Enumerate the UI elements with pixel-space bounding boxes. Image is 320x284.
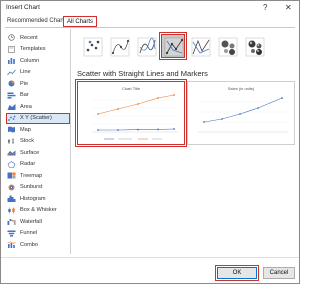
- tab-recommended-charts[interactable]: Recommended Charts: [7, 16, 67, 27]
- help-button[interactable]: ?: [263, 2, 267, 14]
- sidebar-item-label: Templates: [20, 46, 46, 53]
- sidebar-item-recent[interactable]: Recent: [7, 33, 69, 43]
- waterfall-chart-icon: [7, 218, 16, 226]
- line-chart-icon: [7, 69, 16, 76]
- sidebar-item-label: Stock: [20, 138, 34, 145]
- sidebar-item-sunburst[interactable]: Sunburst: [7, 183, 69, 193]
- sidebar-item-label: Line: [20, 69, 31, 76]
- sidebar-item-label: Area: [20, 103, 32, 110]
- 3d-bubble-icon: [245, 37, 265, 57]
- chart-preview-2[interactable]: Sales (in units): [187, 81, 295, 145]
- scatter-smooth-markers-icon: [110, 37, 130, 57]
- sidebar-item-templates[interactable]: Templates: [7, 45, 69, 55]
- sidebar-item-x-y-scatter[interactable]: X Y (Scatter): [6, 112, 70, 124]
- sidebar-item-funnel[interactable]: Funnel: [7, 229, 69, 239]
- sidebar-item-box-whisker[interactable]: Box & Whisker: [7, 206, 69, 216]
- sidebar-item-pie[interactable]: Pie: [7, 79, 69, 89]
- scatter-smooth-lines-icon: [137, 37, 157, 57]
- combo-chart-icon: [7, 241, 16, 249]
- sidebar-item-label: Box & Whisker: [20, 207, 57, 214]
- bubble-subtype[interactable]: [215, 34, 239, 58]
- area-chart-icon: [7, 103, 16, 111]
- insert-chart-dialog: Insert Chart ? ✕ Recommended Charts All …: [0, 0, 300, 284]
- chart-type-list: Recent Templates Column Line Pie Bar Area X Y (…: [5, 29, 71, 254]
- scatter-chart-icon: [7, 115, 16, 122]
- title-bar: Insert Chart ? ✕: [1, 1, 299, 15]
- sidebar-item-label: Pie: [20, 80, 29, 87]
- ok-button[interactable]: OK: [215, 265, 259, 281]
- surface-chart-icon: [7, 149, 16, 156]
- sunburst-chart-icon: [7, 184, 16, 191]
- sidebar-item-label: Surface: [20, 149, 40, 156]
- sidebar-item-label: Combo: [20, 241, 39, 248]
- sidebar-item-label: Sunburst: [20, 184, 43, 191]
- tab-divider: [5, 27, 295, 28]
- sidebar-item-label: Recent: [20, 34, 38, 41]
- dialog-title: Insert Chart: [6, 4, 40, 11]
- scatter-icon: [83, 37, 103, 57]
- sidebar-item-map[interactable]: Map: [7, 125, 69, 135]
- sidebar-item-waterfall[interactable]: Waterfall: [7, 217, 69, 227]
- preview-2-title: Sales (in units): [228, 86, 255, 91]
- sidebar-item-area[interactable]: Area: [7, 102, 69, 112]
- treemap-chart-icon: [7, 172, 16, 179]
- sidebar-item-stock[interactable]: Stock: [7, 137, 69, 147]
- preview-1-title: Chart Title: [122, 86, 141, 91]
- map-chart-icon: [7, 126, 16, 133]
- sidebar-item-label: Map: [20, 126, 31, 133]
- tab-all-charts[interactable]: All Charts: [63, 16, 98, 27]
- sidebar-item-treemap[interactable]: Treemap: [7, 171, 69, 181]
- cancel-button[interactable]: Cancel: [263, 267, 295, 279]
- sidebar-item-label: Bar: [20, 92, 29, 99]
- scatter-straight-lines-markers-icon: [164, 37, 184, 57]
- scatter-straight-lines-subtype[interactable]: [188, 34, 212, 58]
- sidebar-item-label: X Y (Scatter): [20, 115, 52, 122]
- templates-icon: [7, 46, 16, 53]
- scatter-subtype[interactable]: [80, 34, 104, 58]
- column-chart-icon: [7, 57, 16, 65]
- subtype-title: Scatter with Straight Lines and Markers: [77, 69, 208, 78]
- preview-chart-1: Chart Title: [92, 86, 178, 140]
- sidebar-item-label: Radar: [20, 161, 36, 168]
- sidebar-item-surface[interactable]: Surface: [7, 148, 69, 158]
- recent-icon: [7, 34, 16, 41]
- preview-chart-2: Sales (in units): [198, 86, 288, 133]
- radar-chart-icon: [7, 160, 16, 168]
- scatter-smooth-lines-subtype[interactable]: [134, 34, 158, 58]
- scatter-smooth-markers-subtype[interactable]: [107, 34, 131, 58]
- sidebar-item-column[interactable]: Column: [7, 56, 69, 66]
- box-whisker-chart-icon: [7, 207, 16, 214]
- stock-chart-icon: [7, 138, 16, 145]
- chart-subtype-row: [76, 32, 292, 60]
- sidebar-item-line[interactable]: Line: [7, 68, 69, 78]
- histogram-chart-icon: [7, 195, 16, 203]
- pie-chart-icon: [7, 80, 16, 87]
- footer-divider: [1, 257, 299, 258]
- 3d-bubble-subtype[interactable]: [242, 34, 266, 58]
- scatter-straight-lines-markers-subtype[interactable]: [159, 32, 187, 60]
- sidebar-item-bar[interactable]: Bar: [7, 91, 69, 101]
- sidebar-item-label: Waterfall: [20, 218, 42, 225]
- close-button[interactable]: ✕: [285, 2, 292, 14]
- scatter-straight-lines-icon: [191, 37, 211, 57]
- chart-preview-1[interactable]: Chart Title: [75, 79, 187, 147]
- sidebar-item-radar[interactable]: Radar: [7, 160, 69, 170]
- chart-gallery-panel: Scatter with Straight Lines and Markers …: [73, 29, 295, 254]
- bubble-icon: [218, 37, 238, 57]
- sidebar-item-combo[interactable]: Combo: [7, 240, 69, 250]
- bar-chart-icon: [7, 92, 16, 99]
- sidebar-item-label: Funnel: [20, 230, 38, 237]
- sidebar-item-label: Column: [20, 57, 40, 64]
- sidebar-item-label: Treemap: [20, 172, 43, 179]
- funnel-chart-icon: [7, 230, 16, 237]
- sidebar-item-histogram[interactable]: Histogram: [7, 194, 69, 204]
- sidebar-item-label: Histogram: [20, 195, 46, 202]
